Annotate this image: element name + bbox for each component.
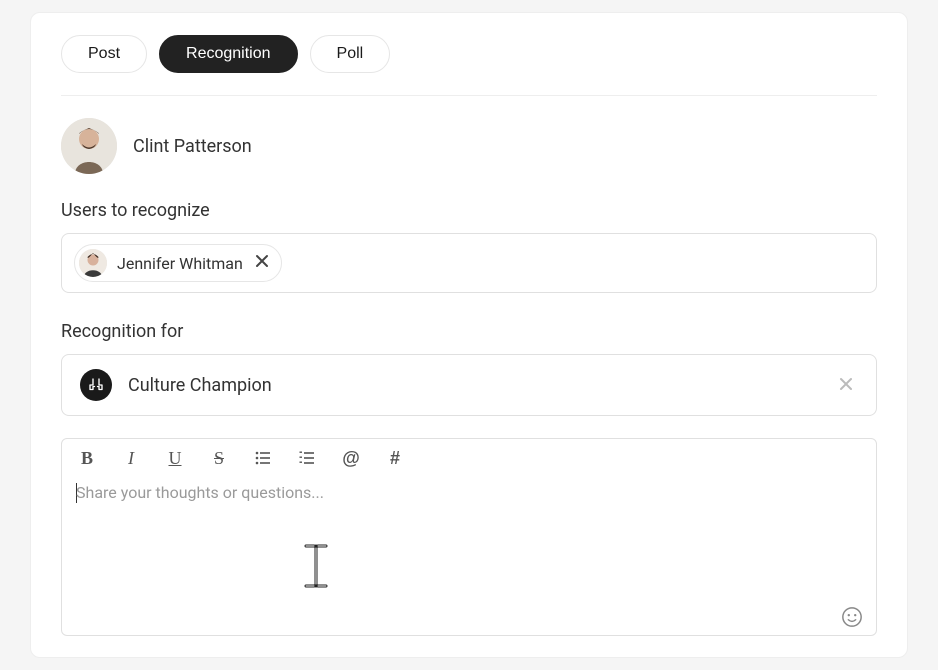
emoji-picker-button[interactable] bbox=[840, 605, 864, 629]
recognition-for-label: Recognition for bbox=[61, 321, 877, 342]
editor-footer bbox=[62, 599, 876, 635]
user-chip-name: Jennifer Whitman bbox=[117, 254, 243, 273]
tab-post[interactable]: Post bbox=[61, 35, 147, 73]
italic-button[interactable]: I bbox=[120, 447, 142, 469]
recognition-for-select[interactable]: Culture Champion bbox=[61, 354, 877, 416]
tab-recognition[interactable]: Recognition bbox=[159, 35, 298, 73]
author-name: Clint Patterson bbox=[133, 136, 252, 157]
recognition-for-value: Culture Champion bbox=[128, 375, 818, 396]
user-chip-avatar bbox=[79, 249, 107, 277]
editor-textarea[interactable]: Share your thoughts or questions... bbox=[62, 477, 876, 599]
recognition-for-clear[interactable] bbox=[834, 371, 858, 399]
editor-placeholder: Share your thoughts or questions... bbox=[76, 483, 862, 502]
bullet-list-button[interactable] bbox=[252, 447, 274, 469]
author-row: Clint Patterson bbox=[61, 118, 877, 174]
editor-toolbar: B I U S @ # bbox=[62, 439, 876, 477]
editor: B I U S @ # Share your thoughts or quest… bbox=[61, 438, 877, 636]
mention-button[interactable]: @ bbox=[340, 447, 362, 469]
strikethrough-button[interactable]: S bbox=[208, 447, 230, 469]
user-chip: Jennifer Whitman bbox=[74, 244, 282, 282]
user-chip-remove[interactable] bbox=[253, 254, 271, 272]
numbered-list-button[interactable] bbox=[296, 447, 318, 469]
users-recognize-label: Users to recognize bbox=[61, 200, 877, 221]
underline-button[interactable]: U bbox=[164, 447, 186, 469]
bold-button[interactable]: B bbox=[76, 447, 98, 469]
hashtag-button[interactable]: # bbox=[384, 447, 406, 469]
tabs-row: Post Recognition Poll bbox=[61, 35, 877, 96]
tab-poll[interactable]: Poll bbox=[310, 35, 391, 73]
author-avatar bbox=[61, 118, 117, 174]
users-recognize-input[interactable]: Jennifer Whitman bbox=[61, 233, 877, 293]
compose-card: Post Recognition Poll Clint Patterson Us… bbox=[30, 12, 908, 658]
culture-champion-icon bbox=[80, 369, 112, 401]
